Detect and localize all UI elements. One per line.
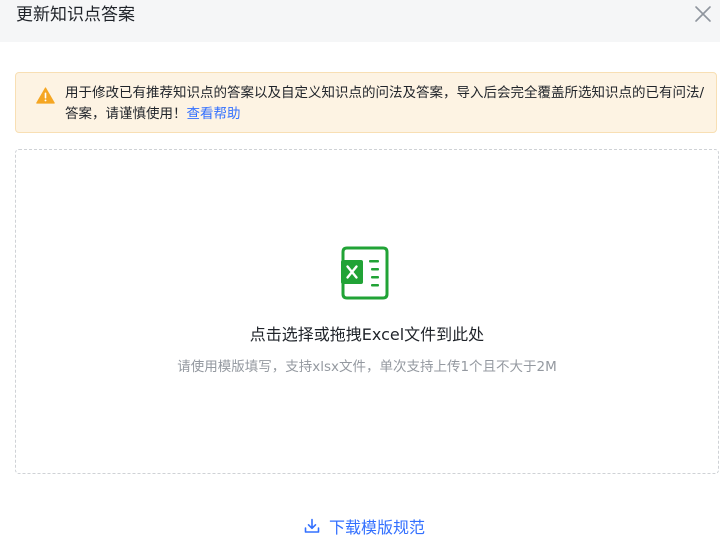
dialog-title: 更新知识点答案 [16, 5, 135, 25]
dropzone-title: 点击选择或拖拽Excel文件到此处 [249, 325, 485, 344]
download-template-label: 下载模版规范 [329, 518, 426, 537]
dropzone-hint: 请使用模版填写，支持xlsx文件，单次支持上传1个且不大于2M [177, 359, 557, 375]
warning-alert: 用于修改已有推荐知识点的答案以及自定义知识点的问法及答案，导入后会完全覆盖所选知… [15, 72, 717, 133]
close-icon [695, 6, 711, 22]
alert-message: 用于修改已有推荐知识点的答案以及自定义知识点的问法及答案，导入后会完全覆盖所选知… [65, 85, 705, 122]
update-answers-dialog: 更新知识点答案 用于修改已有推荐知识点的答案以及自定义知识点的问法及答案，导入后… [0, 0, 720, 544]
view-help-link[interactable]: 查看帮助 [187, 106, 241, 122]
close-button[interactable] [692, 3, 714, 25]
warning-icon [36, 87, 55, 104]
alert-message-container: 用于修改已有推荐知识点的答案以及自定义知识点的问法及答案，导入后会完全覆盖所选知… [65, 83, 715, 125]
excel-file-icon [341, 246, 389, 300]
file-dropzone[interactable]: 点击选择或拖拽Excel文件到此处 请使用模版填写，支持xlsx文件，单次支持上… [15, 149, 719, 474]
download-template-link[interactable]: 下载模版规范 [304, 514, 425, 538]
dialog-header: 更新知识点答案 [0, 0, 720, 42]
download-icon [304, 518, 320, 533]
